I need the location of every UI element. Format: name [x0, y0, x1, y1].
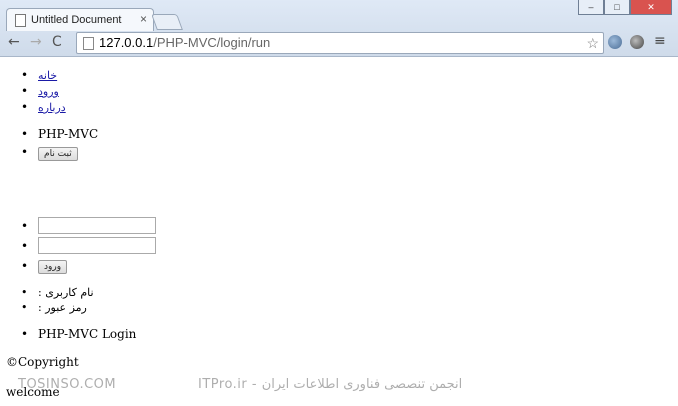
url-host: 127.0.0.1	[99, 35, 154, 50]
url-path: /PHP-MVC/login/run	[153, 35, 271, 50]
watermark-right: ITPro.ir - انجمن تنصصی فناوری اطلاعات ای…	[198, 377, 463, 392]
menu-item-home: خانه	[0, 67, 66, 83]
url-text: 127.0.0.1/PHP-MVC/login/run	[99, 33, 270, 53]
new-tab-button[interactable]	[151, 14, 183, 30]
menu-link-about[interactable]: درباره	[38, 101, 66, 114]
browser-toolbar: ← → C 127.0.0.1/PHP-MVC/login/run ☆ ≡	[0, 31, 678, 55]
maximize-button[interactable]: □	[604, 0, 630, 15]
password-input[interactable]	[38, 237, 156, 254]
menu-item-login: ورود	[0, 83, 66, 99]
login-button[interactable]: ورود	[38, 260, 68, 274]
forward-arrow-icon[interactable]: →	[30, 34, 42, 50]
extension-icon[interactable]	[630, 35, 644, 49]
login-form: ورود	[0, 215, 156, 276]
brand-name: PHP-MVC	[0, 125, 98, 143]
bookmark-star-icon[interactable]: ☆	[586, 33, 599, 53]
back-arrow-icon[interactable]: ←	[8, 34, 20, 50]
username-input[interactable]	[38, 217, 156, 234]
close-window-button[interactable]: ✕	[630, 0, 672, 15]
username-row	[0, 215, 156, 236]
brand-list: PHP-MVC ثبت نام	[0, 125, 98, 161]
browser-tab[interactable]: Untitled Document ×	[6, 8, 154, 31]
page-content: خانه ورود درباره PHP-MVC ثبت نام ورود : …	[0, 57, 678, 406]
login-title: PHP-MVC Login	[0, 327, 136, 341]
brand-register-item: ثبت نام	[0, 143, 98, 161]
submit-row: ورود	[0, 255, 156, 276]
menu-link-home[interactable]: خانه	[38, 69, 57, 82]
welcome-text: welcome	[6, 385, 60, 399]
menu-link-login[interactable]: ورود	[38, 85, 59, 98]
minimize-button[interactable]: –	[578, 0, 604, 15]
copyright-text: ©Copyright	[6, 355, 79, 369]
browser-chrome: Untitled Document × – □ ✕ ← → C 127.0.0.…	[0, 0, 678, 57]
menu-icon[interactable]: ≡	[654, 33, 666, 49]
window-controls: – □ ✕	[578, 0, 672, 16]
tab-close-icon[interactable]: ×	[140, 12, 147, 26]
tab-title: Untitled Document	[31, 14, 122, 26]
login-title-list: PHP-MVC Login	[0, 327, 136, 341]
document-icon	[15, 14, 26, 27]
main-menu: خانه ورود درباره	[0, 67, 66, 115]
field-labels: : نام کاربری : رمز عبور	[0, 285, 94, 315]
address-bar[interactable]: 127.0.0.1/PHP-MVC/login/run ☆	[76, 32, 604, 54]
reload-icon[interactable]: C	[52, 34, 62, 50]
password-row	[0, 235, 156, 256]
register-button[interactable]: ثبت نام	[38, 147, 78, 161]
password-label: : رمز عبور	[0, 300, 94, 315]
username-label: : نام کاربری	[0, 285, 94, 300]
menu-item-about: درباره	[0, 99, 66, 115]
globe-icon[interactable]	[608, 35, 622, 49]
page-icon	[83, 37, 94, 50]
